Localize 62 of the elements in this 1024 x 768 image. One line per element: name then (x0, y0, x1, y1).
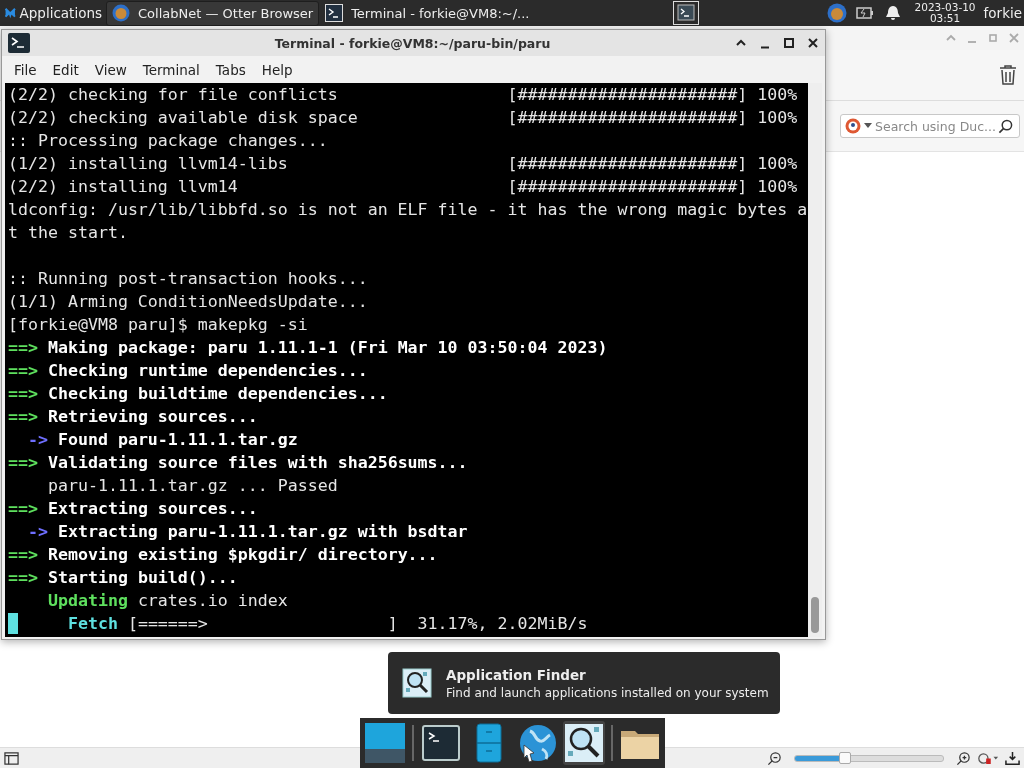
magnifier-icon[interactable] (564, 723, 605, 763)
zoom-slider[interactable] (794, 752, 944, 764)
window-title: Terminal - forkie@VM8:~/paru-bin/paru (273, 35, 552, 51)
menu-item[interactable]: Help (253, 61, 301, 78)
scrollbar[interactable] (808, 83, 822, 637)
zoom-out-icon[interactable] (767, 750, 782, 766)
terminal-line: (1/1) Arming ConditionNeedsUpdate... (8, 291, 368, 313)
terminal-launcher-icon[interactable] (672, 1, 699, 25)
download-icon[interactable] (1005, 750, 1020, 766)
zoom-in-icon[interactable] (956, 750, 971, 766)
terminal-line: Fetch [======> ] 31.17%, 2.02MiB/s (66, 613, 588, 635)
duck-icon (845, 118, 861, 134)
terminal-line: ==> Retrieving sources... (8, 406, 258, 428)
menu-item[interactable]: View (86, 61, 135, 78)
tooltip-title: Application Finder (446, 666, 587, 683)
terminal-line: (2/2) checking available disk space [######################] 100% (8, 107, 798, 129)
scrollbar-thumb[interactable] (811, 597, 819, 633)
search-icon[interactable] (998, 118, 1013, 134)
terminal-line: :: Processing package changes... (8, 130, 328, 152)
terminal-line: -> Found paru-1.11.1.tar.gz (26, 429, 298, 451)
camera-icon[interactable] (977, 750, 999, 766)
terminal-line: ldconfig: /usr/lib/libbfd.so is not an ELF file - it has the wrong magic bytes a (8, 199, 808, 221)
applications-menu[interactable]: Applications (0, 0, 106, 26)
tooltip-description: Find and launch applications installed on your system (446, 685, 769, 700)
terminal-line: (1/2) installing llvm14-libs [######################] 100% (8, 153, 798, 175)
menu-item[interactable]: Edit (44, 61, 87, 78)
terminal-line: t the start. (8, 222, 128, 244)
terminal-line: ==> Checking buildtime dependencies... (8, 383, 388, 405)
menu-item[interactable]: Terminal (134, 61, 208, 78)
menu-item[interactable]: Tabs (207, 61, 254, 78)
slider-thumb[interactable] (839, 752, 851, 764)
magnifier-icon (402, 668, 432, 698)
maximize-button[interactable] (783, 37, 795, 49)
user-name[interactable]: forkie (983, 5, 1022, 21)
terminal-line: [forkie@VM8 paru]$ makepkg -si (8, 314, 308, 336)
close-button[interactable] (807, 37, 819, 49)
terminal-line: ==> Removing existing $pkgdir/ directory... (8, 544, 438, 566)
terminal-line: paru-1.11.1.tar.gz ... Passed (46, 475, 338, 497)
terminal-icon[interactable] (420, 723, 461, 763)
terminal-line: ==> Extracting sources... (8, 498, 258, 520)
desktop-icon[interactable] (364, 723, 405, 763)
terminal-line: (2/2) checking for file conflicts [######################] 100% (8, 84, 798, 106)
terminal-line: ==> Starting build()... (8, 567, 238, 589)
trash-icon[interactable] (998, 64, 1018, 86)
taskbar-button[interactable]: Terminal - forkie@VM8:~/... (319, 0, 536, 26)
search-field[interactable]: Search using Duc... (840, 114, 1020, 138)
terminal-icon (8, 33, 30, 53)
terminal-line: (2/2) installing llvm14 [######################] 100% (8, 176, 798, 198)
terminal-line: ==> Checking runtime dependencies... (8, 360, 368, 382)
taskbar-button[interactable]: CollabNet — Otter Browser (106, 0, 320, 26)
terminal-line: Updating crates.io index (46, 590, 288, 612)
terminal-line: :: Running post-transaction hooks... (8, 268, 368, 290)
sidebar-icon[interactable] (4, 750, 19, 766)
avatar-icon[interactable] (826, 3, 847, 23)
menu-item[interactable]: File (6, 61, 45, 78)
mouse-logo-icon (4, 5, 17, 21)
caret-icon[interactable] (864, 123, 872, 129)
terminal-line: ==> Making package: paru 1.11.1-1 (Fri Mar 10 03:50:04 2023) (8, 337, 608, 359)
terminal-icon (325, 4, 344, 22)
terminal-line: -> Extracting paru-1.11.1.tar.gz with bsdtar (26, 521, 468, 543)
clock[interactable]: 2023-03-10 03:51 (914, 2, 976, 24)
terminal-line: ==> Validating source files with sha256sums... (8, 452, 468, 474)
